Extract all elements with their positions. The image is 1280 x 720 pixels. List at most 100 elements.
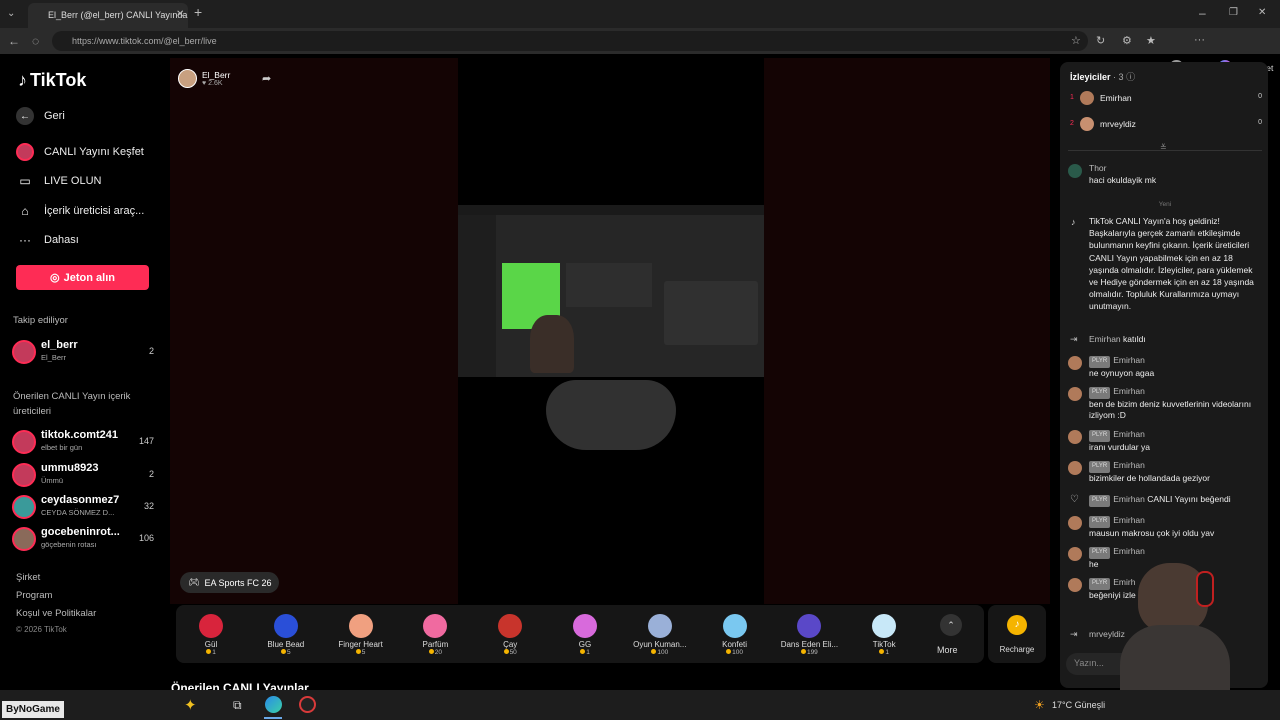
viewers-header[interactable]: İzleyiciler · 3 ⓘ <box>1070 70 1135 83</box>
new-tab-icon[interactable]: + <box>194 5 202 19</box>
avatar <box>1080 117 1094 131</box>
loading-icon[interactable]: ◌ <box>32 35 39 47</box>
tab-list-icon[interactable]: ⌄ <box>7 8 15 20</box>
account-subtitle: Ümmü <box>41 476 64 485</box>
gift-icon <box>273 614 298 638</box>
avatar <box>1068 578 1082 592</box>
chat-author: Emirhan <box>1113 494 1145 504</box>
gift-price-value: 50 <box>509 649 517 656</box>
more-dots-icon: ··· <box>19 233 31 247</box>
browser-tab[interactable]: El_Berr (@el_berr) CANLI Yayında <box>28 3 188 28</box>
tab-close-icon[interactable]: ✕ <box>176 9 184 21</box>
controller-overlay <box>546 380 676 450</box>
nav-explore-live[interactable]: CANLI Yayını Keşfet <box>16 143 144 161</box>
app-buttons-grid <box>566 263 652 307</box>
gift-name: Blue Bead <box>267 640 305 649</box>
edge-icon[interactable] <box>265 696 282 713</box>
minimize-icon[interactable]: – <box>1199 7 1206 19</box>
chat-text: haci okuldayik mk <box>1089 174 1157 185</box>
avatar <box>1068 164 1082 178</box>
more-gifts-button[interactable]: More <box>937 645 958 655</box>
gift-item[interactable]: Dans Eden Eli... 199 <box>779 607 839 656</box>
nav-more[interactable]: ··· Dahası <box>16 231 79 249</box>
avatar <box>1068 547 1082 561</box>
footer-company-link[interactable]: Şirket <box>16 572 40 583</box>
search-highlight-icon[interactable]: ✦ <box>184 696 197 714</box>
gift-item[interactable]: Çay 50 <box>480 607 540 656</box>
player-badge: PLYR <box>1089 495 1111 507</box>
heart-outline-icon: ♡ <box>1070 494 1079 505</box>
task-view-icon[interactable]: ⧉ <box>233 698 242 713</box>
host-avatar[interactable] <box>178 69 197 88</box>
share-icon[interactable]: ➦ <box>262 72 271 85</box>
home-tools-icon: ⌂ <box>21 204 29 218</box>
taskbar: ByNoGame ✦ ⧉ ☀ 17°C Güneşli <box>0 690 1280 720</box>
back-icon[interactable]: ← <box>8 35 20 47</box>
suggested-account[interactable]: tiktok.comt241 elbet bir gün 147 <box>12 429 154 455</box>
viewer-count: 106 <box>138 533 154 543</box>
tiktok-logo[interactable]: ♪ TikTok <box>18 70 86 91</box>
refresh-icon[interactable]: ↻ <box>1096 35 1105 47</box>
footer-terms-link[interactable]: Koşul ve Politikalar <box>16 608 96 619</box>
gift-item[interactable]: GG 1 <box>555 607 615 656</box>
chat-text: mausun makrosu çok iyi oldu yav <box>1089 527 1215 538</box>
weather-label[interactable]: 17°C Güneşli <box>1052 700 1105 710</box>
following-account[interactable]: el_berr El_Berr 2 <box>12 339 154 365</box>
viewer-row[interactable]: 2 mrveyldiz 0 <box>1070 117 1262 132</box>
welcome-message: ♪ TikTok CANLI Yayın'a hoş geldiniz! Baş… <box>1068 215 1263 313</box>
suggested-account[interactable]: gocebeninrot... göçebenin rotası 106 <box>12 526 154 552</box>
url-field[interactable]: https://www.tiktok.com/@el_berr/live <box>52 31 1088 51</box>
info-icon[interactable]: ⓘ <box>1126 72 1135 82</box>
nav-go-live[interactable]: ▭ LIVE OLUN <box>16 172 101 190</box>
account-name: ceydasonmez7 <box>41 494 120 506</box>
footer-program-link[interactable]: Program <box>16 590 52 601</box>
favorite-star-icon[interactable]: ☆ <box>1071 35 1081 47</box>
more-menu-icon[interactable]: ··· <box>1194 34 1205 46</box>
window-close-icon[interactable]: ✕ <box>1258 7 1266 19</box>
gift-item[interactable]: Oyun Kuman... 100 <box>630 607 690 656</box>
coin-icon <box>428 649 434 654</box>
chat-author: Emirhan <box>1113 515 1145 525</box>
viewer-count: 147 <box>138 436 154 446</box>
nav-creator-tools[interactable]: ⌂ İçerik üreticisi araç... <box>16 202 144 220</box>
gift-price-value: 20 <box>434 649 442 656</box>
host-name[interactable]: El_Berr <box>202 70 230 80</box>
obs-icon[interactable] <box>299 696 316 713</box>
collections-icon[interactable]: ★ <box>1146 35 1156 47</box>
account-name: gocebeninrot... <box>41 526 120 538</box>
gift-item[interactable]: Gül 1 <box>181 607 241 656</box>
sun-icon: ☀ <box>1034 698 1045 712</box>
suggested-account[interactable]: ummu8923 Ümmü 2 <box>12 462 154 488</box>
chat-author: Emirhan <box>1113 386 1145 396</box>
chat-message: PLYR Emirhan mausun makrosu çok iyi oldu y… <box>1068 515 1263 539</box>
gift-item[interactable]: Konfeti 100 <box>705 607 765 656</box>
nav-back[interactable]: ← Geri <box>16 107 65 125</box>
viewer-row[interactable]: 1 Emirhan 0 <box>1070 91 1262 106</box>
address-bar: ← ◌ https://www.tiktok.com/@el_berr/live… <box>0 28 1280 75</box>
gift-item[interactable]: Blue Bead 5 <box>256 607 316 656</box>
nav-label: Dahası <box>44 234 79 246</box>
category-pill[interactable]: 🎮︎ EA Sports FC 26 <box>180 572 280 593</box>
get-coins-button[interactable]: ◎ Jeton alın <box>16 265 149 290</box>
new-divider-label: Yeni <box>1158 201 1172 208</box>
host-likes-count: 2.6K <box>208 80 223 87</box>
extensions-icon[interactable]: ⚙ <box>1122 35 1132 47</box>
chat-text: iranı vurdular ya <box>1089 441 1150 452</box>
chevron-up-icon[interactable]: ⌃ <box>940 614 962 636</box>
player-badge: PLYR <box>1089 516 1111 528</box>
gift-icon <box>199 614 223 638</box>
coin-icon <box>503 649 509 654</box>
gift-icon <box>647 614 672 638</box>
gyro-panel <box>664 281 758 345</box>
gift-price-value: 1 <box>586 649 590 656</box>
suggested-account[interactable]: ceydasonmez7 CEYDA SÖNMEZ D... 32 <box>12 494 154 520</box>
recharge-button[interactable]: ♪ Recharge <box>988 605 1046 663</box>
maximize-icon[interactable]: ❐ <box>1229 7 1238 19</box>
account-subtitle: göçebenin rotası <box>41 540 97 549</box>
account-subtitle: CEYDA SÖNMEZ D... <box>41 508 115 517</box>
viewer-rank: 2 <box>1070 120 1074 127</box>
gift-item[interactable]: Parfüm 20 <box>405 607 465 656</box>
gift-item[interactable]: Finger Heart 5 <box>331 607 391 656</box>
gift-item[interactable]: TikTok 1 <box>854 607 914 656</box>
chat-text: ben de bizim deniz kuvvetlerinin videola… <box>1089 398 1252 421</box>
